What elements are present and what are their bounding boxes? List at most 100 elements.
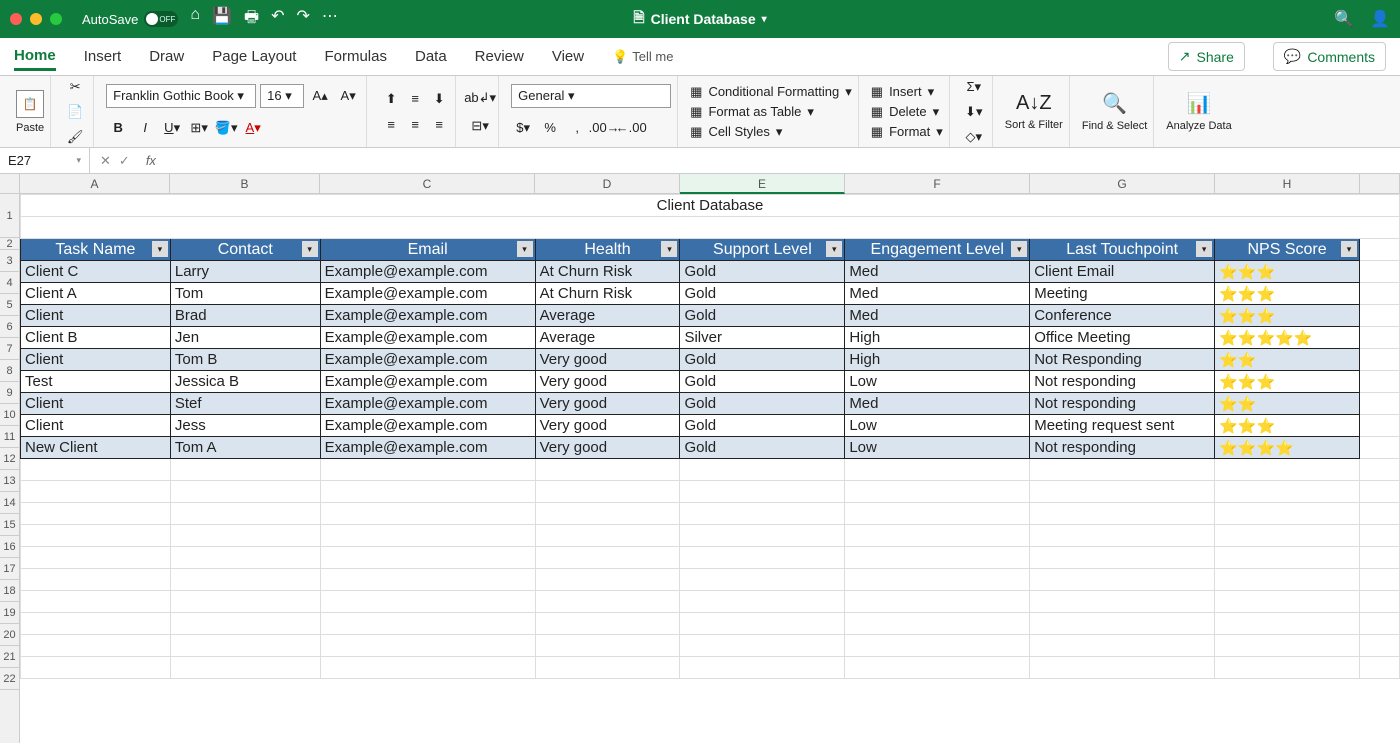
nps-cell[interactable]: ⭐⭐⭐ [1215, 283, 1360, 305]
table-cell[interactable]: Larry [170, 261, 320, 283]
empty-cell[interactable] [535, 613, 680, 635]
align-center-icon[interactable]: ≡ [403, 113, 427, 137]
nps-cell[interactable]: ⭐⭐⭐ [1215, 415, 1360, 437]
empty-cell[interactable] [21, 569, 171, 591]
empty-cell[interactable] [535, 657, 680, 679]
empty-cell[interactable] [845, 503, 1030, 525]
table-cell[interactable]: Stef [170, 393, 320, 415]
table-cell[interactable]: Client [21, 349, 171, 371]
empty-cell[interactable] [1360, 481, 1400, 503]
empty-cell[interactable] [21, 591, 171, 613]
empty-cell[interactable] [1215, 503, 1360, 525]
table-cell[interactable]: New Client [21, 437, 171, 459]
empty-cell[interactable] [1030, 459, 1215, 481]
table-cell[interactable]: Average [535, 305, 680, 327]
empty-cell[interactable] [21, 503, 171, 525]
column-header[interactable]: F [845, 174, 1030, 194]
border-button[interactable]: ⊞▾ [187, 116, 211, 140]
align-bottom-icon[interactable]: ⬇ [427, 87, 451, 111]
maximize-window[interactable] [50, 13, 62, 25]
column-header[interactable]: G [1030, 174, 1215, 194]
nps-cell[interactable]: ⭐⭐⭐ [1215, 261, 1360, 283]
row-header[interactable]: 12 [0, 448, 19, 470]
table-cell[interactable]: Meeting [1030, 283, 1215, 305]
nps-cell[interactable]: ⭐⭐⭐ [1215, 305, 1360, 327]
comments-button[interactable]: 💬Comments [1273, 42, 1386, 71]
empty-cell[interactable] [1215, 657, 1360, 679]
column-header[interactable]: B [170, 174, 320, 194]
table-cell[interactable]: At Churn Risk [535, 261, 680, 283]
table-header[interactable]: Last Touchpoint▾ [1030, 239, 1215, 261]
table-cell[interactable]: Jess [170, 415, 320, 437]
select-all-corner[interactable] [0, 174, 20, 194]
table-cell[interactable]: Gold [680, 305, 845, 327]
row-header[interactable]: 13 [0, 470, 19, 492]
tab-formulas[interactable]: Formulas [324, 44, 387, 69]
empty-cell[interactable] [21, 635, 171, 657]
empty-cell[interactable] [1030, 569, 1215, 591]
row-header[interactable]: 15 [0, 514, 19, 536]
empty-cell[interactable] [845, 481, 1030, 503]
table-header[interactable]: Support Level▾ [680, 239, 845, 261]
empty-cell[interactable] [320, 657, 535, 679]
cells-grid[interactable]: Client DatabaseTask Name▾Contact▾Email▾H… [20, 194, 1400, 679]
font-name-select[interactable]: Franklin Gothic Book ▾ [106, 84, 256, 108]
row-header[interactable]: 19 [0, 602, 19, 624]
empty-cell[interactable] [170, 657, 320, 679]
table-header[interactable]: Contact▾ [170, 239, 320, 261]
empty-cell[interactable] [1360, 591, 1400, 613]
table-cell[interactable]: Not responding [1030, 371, 1215, 393]
row-header[interactable]: 3 [0, 250, 19, 272]
empty-cell[interactable] [1030, 503, 1215, 525]
empty-cell[interactable] [1360, 569, 1400, 591]
empty-cell[interactable] [680, 657, 845, 679]
filter-button[interactable]: ▾ [661, 241, 677, 257]
paste-button[interactable]: Paste [16, 122, 44, 134]
table-cell[interactable]: High [845, 349, 1030, 371]
table-cell[interactable]: Example@example.com [320, 261, 535, 283]
column-header[interactable]: E [680, 174, 845, 194]
empty-cell[interactable] [1030, 613, 1215, 635]
italic-button[interactable]: I [133, 116, 157, 140]
underline-button[interactable]: U▾ [160, 116, 184, 140]
tab-draw[interactable]: Draw [149, 44, 184, 69]
analyze-data-group[interactable]: 📊 Analyze Data [1160, 76, 1237, 147]
empty-cell[interactable] [845, 525, 1030, 547]
column-header[interactable]: H [1215, 174, 1360, 194]
filter-button[interactable]: ▾ [1011, 241, 1027, 257]
empty-cell[interactable] [535, 547, 680, 569]
table-cell[interactable]: Meeting request sent [1030, 415, 1215, 437]
table-header[interactable]: Health▾ [535, 239, 680, 261]
share-button[interactable]: ↗Share [1168, 42, 1245, 71]
empty-cell[interactable] [170, 635, 320, 657]
document-title[interactable]: 🗎 Client Database ▾ [633, 7, 766, 31]
name-box[interactable]: E27▾ [0, 148, 90, 173]
insert-cells-button[interactable]: ▦ Insert ▾ [871, 84, 943, 100]
empty-cell[interactable] [1360, 547, 1400, 569]
empty-cell[interactable] [680, 525, 845, 547]
more-icon[interactable]: ⋯ [322, 6, 338, 33]
row-header[interactable]: 22 [0, 668, 19, 690]
redo-icon[interactable]: ↷ [296, 6, 309, 33]
table-cell[interactable]: Client [21, 305, 171, 327]
row-header[interactable]: 2 [0, 238, 19, 250]
row-header[interactable]: 8 [0, 360, 19, 382]
empty-cell[interactable] [535, 635, 680, 657]
align-left-icon[interactable]: ≡ [379, 113, 403, 137]
table-cell[interactable]: Gold [680, 261, 845, 283]
table-header[interactable]: NPS Score▾ [1215, 239, 1360, 261]
table-cell[interactable]: Client C [21, 261, 171, 283]
row-header[interactable]: 6 [0, 316, 19, 338]
empty-cell[interactable] [1030, 525, 1215, 547]
search-icon[interactable]: 🔍 [1334, 9, 1354, 29]
column-header[interactable]: C [320, 174, 535, 194]
increase-decimal-icon[interactable]: .00→ [592, 116, 616, 140]
empty-cell[interactable] [845, 635, 1030, 657]
align-middle-icon[interactable]: ≡ [403, 87, 427, 111]
tab-insert[interactable]: Insert [84, 44, 122, 69]
row-header[interactable]: 9 [0, 382, 19, 404]
row-header[interactable]: 4 [0, 272, 19, 294]
filter-button[interactable]: ▾ [826, 241, 842, 257]
empty-cell[interactable] [680, 459, 845, 481]
table-cell[interactable]: At Churn Risk [535, 283, 680, 305]
